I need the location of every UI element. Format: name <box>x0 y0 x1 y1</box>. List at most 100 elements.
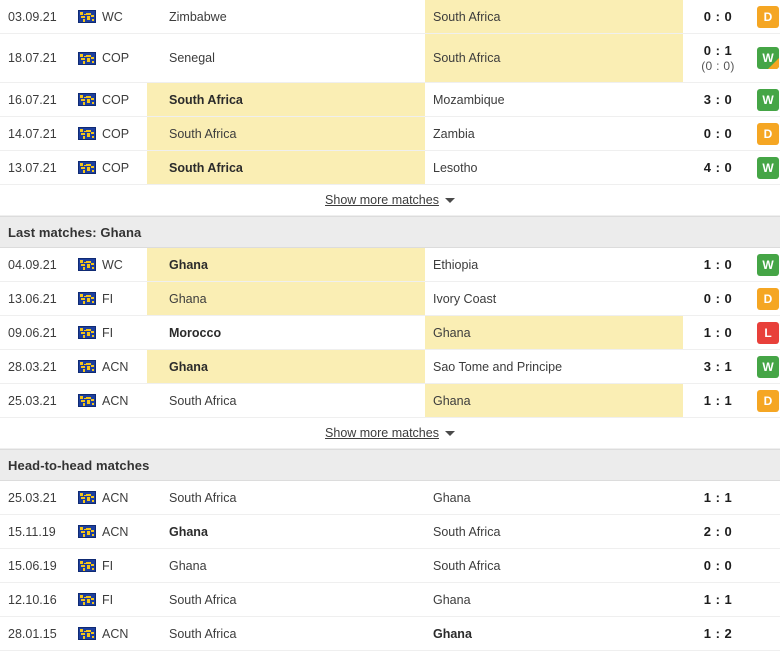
competition-code: COP <box>102 92 130 107</box>
home-team[interactable]: South Africa <box>147 117 425 150</box>
away-team[interactable]: Lesotho <box>425 151 683 184</box>
competition-code: FI <box>102 592 114 607</box>
match-score[interactable]: 1 : 1 <box>683 384 753 417</box>
status-badge: D <box>757 5 779 28</box>
show-more-matches-link[interactable]: Show more matches <box>325 193 439 207</box>
away-team[interactable]: Ghana <box>425 316 683 349</box>
status-badge: W <box>757 156 779 179</box>
away-team[interactable]: Ivory Coast <box>425 282 683 315</box>
fulltime-score: 1 : 0 <box>703 325 733 340</box>
table-row[interactable]: 14.07.21 COP South Africa Zambia 0 : 0 D <box>0 117 780 151</box>
match-date: 14.07.21 <box>8 126 57 141</box>
away-team-label: Ghana <box>433 592 471 607</box>
away-team[interactable]: Sao Tome and Principe <box>425 350 683 383</box>
match-score[interactable]: 1 : 1 <box>683 481 753 514</box>
home-team[interactable]: South Africa <box>147 583 425 616</box>
away-team[interactable]: Ghana <box>425 384 683 417</box>
away-team[interactable]: South Africa <box>425 549 683 582</box>
fulltime-score: 0 : 0 <box>703 126 733 141</box>
show-more-matches-row: Show more matches <box>0 185 780 216</box>
competition-code: WC <box>102 257 123 272</box>
match-score[interactable]: 0 : 0 <box>683 117 753 150</box>
show-more-matches-link[interactable]: Show more matches <box>325 426 439 440</box>
match-score[interactable]: 1 : 0 <box>683 316 753 349</box>
competition-icon-cell <box>72 515 102 548</box>
table-row[interactable]: 28.01.15 ACN South Africa Ghana 1 : 2 <box>0 617 780 651</box>
fulltime-score: 1 : 1 <box>703 592 733 607</box>
table-row[interactable]: 15.11.19 ACN Ghana South Africa 2 : 0 <box>0 515 780 549</box>
home-team[interactable]: Ghana <box>147 350 425 383</box>
match-score[interactable]: 0 : 0 <box>683 0 753 33</box>
home-team[interactable]: South Africa <box>147 617 425 650</box>
match-score[interactable]: 3 : 0 <box>683 83 753 116</box>
home-team[interactable]: Ghana <box>147 515 425 548</box>
status-badge: L <box>757 321 779 344</box>
table-row[interactable]: 28.03.21 ACN Ghana Sao Tome and Principe 3 :… <box>0 350 780 384</box>
fulltime-score: 2 : 0 <box>703 524 733 539</box>
match-score[interactable]: 0 : 0 <box>683 282 753 315</box>
home-team-label: Morocco <box>169 325 222 340</box>
away-team-label: South Africa <box>433 51 501 65</box>
competition-icon-cell <box>72 350 102 383</box>
match-score[interactable]: 2 : 0 <box>683 515 753 548</box>
table-row[interactable]: 25.03.21 ACN South Africa Ghana 1 : 1 D <box>0 384 780 418</box>
table-row[interactable]: 04.09.21 WC Ghana Ethiopia 1 : 0 W <box>0 248 780 282</box>
home-team[interactable]: South Africa <box>147 83 425 116</box>
result-badge-cell: W <box>753 83 780 116</box>
home-team[interactable]: Ghana <box>147 248 425 281</box>
status-badge-label: D <box>763 126 773 141</box>
home-team[interactable]: Ghana <box>147 549 425 582</box>
competition-code: FI <box>102 558 114 573</box>
match-score[interactable]: 0 : 1 (0 : 0) <box>683 34 753 82</box>
away-team[interactable]: South Africa <box>425 34 683 82</box>
result-badge-cell <box>753 583 780 616</box>
table-row[interactable]: 25.03.21 ACN South Africa Ghana 1 : 1 <box>0 481 780 515</box>
home-team[interactable]: South Africa <box>147 151 425 184</box>
competition-code: ACN <box>102 490 129 505</box>
table-row[interactable]: 18.07.21 COP Senegal South Africa 0 : 1 (0 : … <box>0 34 780 83</box>
home-team[interactable]: South Africa <box>147 384 425 417</box>
match-score[interactable]: 1 : 0 <box>683 248 753 281</box>
status-badge: W <box>757 47 779 69</box>
match-score[interactable]: 4 : 0 <box>683 151 753 184</box>
table-row[interactable]: 09.06.21 FI Morocco Ghana 1 : 0 L <box>0 316 780 350</box>
away-team[interactable]: Ghana <box>425 481 683 514</box>
away-team[interactable]: Zambia <box>425 117 683 150</box>
world-map-icon <box>78 258 96 271</box>
home-team[interactable]: Senegal <box>147 34 425 82</box>
home-team[interactable]: Morocco <box>147 316 425 349</box>
away-team-label: South Africa <box>433 558 501 573</box>
table-row[interactable]: 16.07.21 COP South Africa Mozambique 3 : 0 W <box>0 83 780 117</box>
match-score[interactable]: 1 : 1 <box>683 583 753 616</box>
home-team-label: South Africa <box>169 490 237 505</box>
table-row[interactable]: 12.10.16 FI South Africa Ghana 1 : 1 <box>0 583 780 617</box>
chevron-down-icon[interactable] <box>444 430 455 436</box>
table-row[interactable]: 13.07.21 COP South Africa Lesotho 4 : 0 W <box>0 151 780 185</box>
match-score[interactable]: 1 : 2 <box>683 617 753 650</box>
home-team-label: Ghana <box>169 291 207 306</box>
table-row[interactable]: 03.09.21 WC Zimbabwe South Africa 0 : 0 D <box>0 0 780 34</box>
home-team[interactable]: South Africa <box>147 481 425 514</box>
away-team[interactable]: Ghana <box>425 617 683 650</box>
away-team[interactable]: South Africa <box>425 515 683 548</box>
match-score[interactable]: 0 : 0 <box>683 549 753 582</box>
away-team[interactable]: Ghana <box>425 583 683 616</box>
competition-icon-cell <box>72 83 102 116</box>
home-team-label: Ghana <box>169 524 208 539</box>
result-badge-cell <box>753 549 780 582</box>
match-date: 04.09.21 <box>8 257 57 272</box>
away-team-label: Ethiopia <box>433 257 479 272</box>
match-history-board: 03.09.21 WC Zimbabwe South Africa 0 : 0 D 18.0… <box>0 0 780 651</box>
table-row[interactable]: 15.06.19 FI Ghana South Africa 0 : 0 <box>0 549 780 583</box>
away-team[interactable]: Ethiopia <box>425 248 683 281</box>
away-team[interactable]: Mozambique <box>425 83 683 116</box>
home-team[interactable]: Ghana <box>147 282 425 315</box>
away-team[interactable]: South Africa <box>425 0 683 33</box>
table-row[interactable]: 13.06.21 FI Ghana Ivory Coast 0 : 0 D <box>0 282 780 316</box>
match-score[interactable]: 3 : 1 <box>683 350 753 383</box>
chevron-down-icon[interactable] <box>444 197 455 203</box>
competition-code: COP <box>102 160 130 175</box>
competition-code: ACN <box>102 393 129 408</box>
fulltime-score: 3 : 0 <box>703 92 733 107</box>
home-team[interactable]: Zimbabwe <box>147 0 425 33</box>
